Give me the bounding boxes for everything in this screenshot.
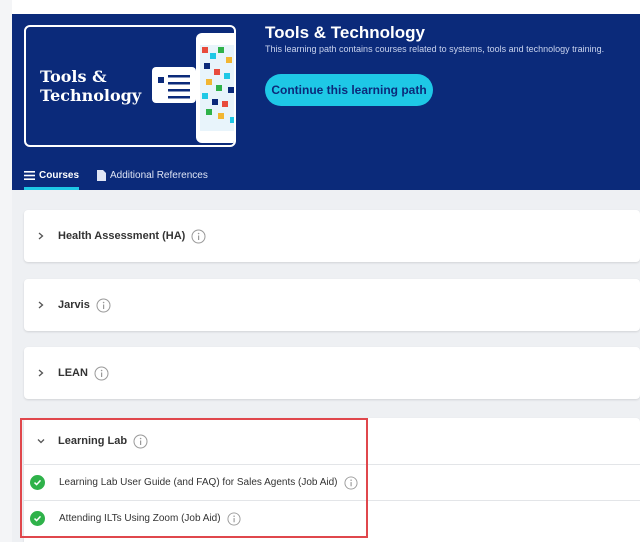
course-title: Health Assessment (HA) xyxy=(58,230,186,242)
course-header[interactable]: Jarvis xyxy=(24,279,640,331)
chevron-right-icon xyxy=(34,229,48,243)
info-icon[interactable] xyxy=(227,511,241,526)
info-icon[interactable] xyxy=(343,475,358,490)
chevron-right-icon xyxy=(34,366,48,380)
tab-additional-references[interactable]: Additional References xyxy=(97,160,208,190)
tab-courses[interactable]: Courses xyxy=(24,160,80,190)
technology-illustration-icon xyxy=(152,33,234,143)
top-strip xyxy=(12,0,640,14)
info-icon[interactable] xyxy=(191,229,206,244)
course-header[interactable]: Health Assessment (HA) xyxy=(24,210,640,262)
info-icon[interactable] xyxy=(94,366,109,381)
left-gutter xyxy=(0,0,12,542)
course-item-row[interactable]: Learning Lab User Guide (and FAQ) for Sa… xyxy=(24,464,640,500)
course-header[interactable]: LEAN xyxy=(24,347,640,399)
document-icon xyxy=(97,169,107,181)
chevron-down-icon xyxy=(34,434,48,448)
course-item-title: Attending ILTs Using Zoom (Job Aid) xyxy=(59,513,221,524)
tab-label: Additional References xyxy=(110,169,208,181)
complete-check-icon xyxy=(30,511,45,526)
chevron-right-icon xyxy=(34,298,48,312)
tab-label: Courses xyxy=(39,169,80,181)
path-description: This learning path contains courses rela… xyxy=(265,44,605,54)
course-title: Jarvis xyxy=(58,299,90,311)
continue-learning-path-button[interactable]: Continue this learning path xyxy=(265,74,433,106)
course-item-title: Learning Lab User Guide (and FAQ) for Sa… xyxy=(59,477,338,488)
thumbnail-title: Tools & Technology xyxy=(40,67,142,105)
tab-bar: Courses Additional References xyxy=(24,160,226,190)
complete-check-icon xyxy=(30,475,45,490)
course-header[interactable]: Learning Lab xyxy=(24,418,640,464)
page-title: Tools & Technology xyxy=(265,23,425,42)
course-item-row[interactable]: Attending ILTs Using Zoom (Job Aid) xyxy=(24,500,640,536)
course-title: Learning Lab xyxy=(58,435,128,447)
list-icon xyxy=(24,170,35,180)
course-card-expanded: Learning Lab Learning Lab User Guide (an… xyxy=(24,418,640,542)
info-icon[interactable] xyxy=(96,298,111,313)
course-card: Health Assessment (HA) xyxy=(24,210,640,262)
learning-path-banner: Tools & Technology Tools & Technology Th… xyxy=(12,14,640,190)
course-title: LEAN xyxy=(58,367,88,379)
course-card: LEAN xyxy=(24,347,640,399)
info-icon[interactable] xyxy=(133,434,148,449)
course-card: Jarvis xyxy=(24,279,640,331)
learning-path-thumbnail: Tools & Technology xyxy=(24,25,236,147)
